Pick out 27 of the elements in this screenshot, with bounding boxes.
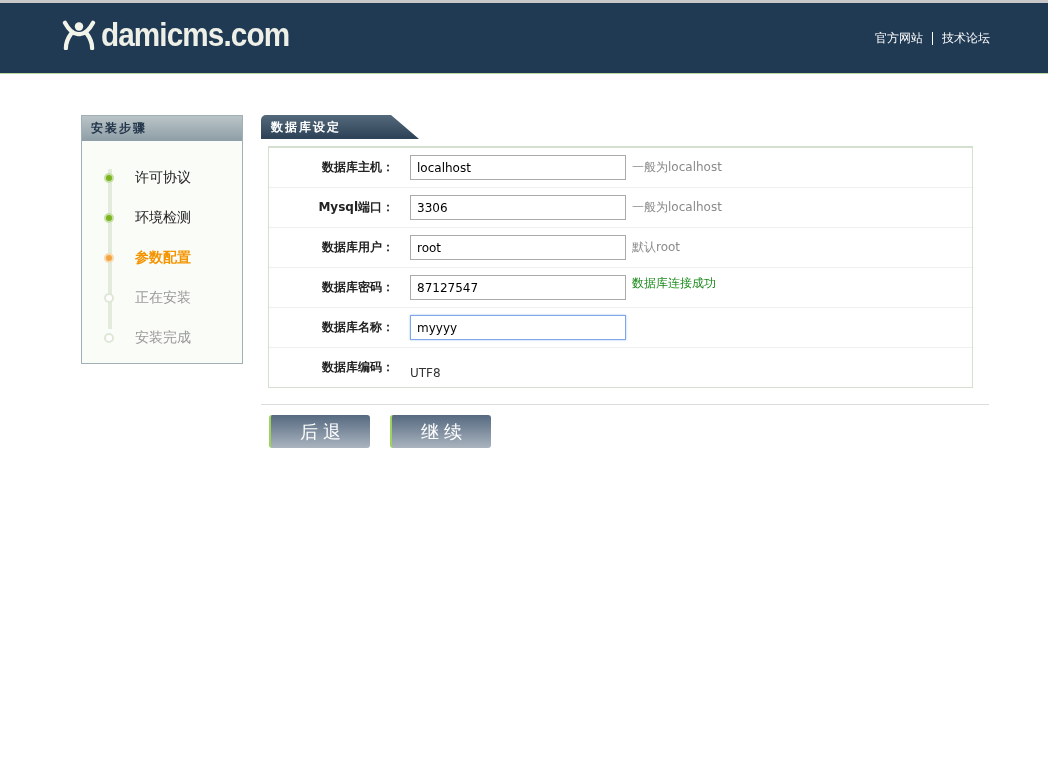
panel-title: 安装步骤: [82, 116, 242, 141]
field-label: Mysql端口：: [317, 199, 394, 216]
logo-text: damicms.com: [101, 16, 290, 54]
step-label: 环境检测: [135, 209, 191, 227]
input-field[interactable]: localhost: [410, 155, 626, 180]
field-label: 数据库编码：: [321, 359, 394, 376]
field-value: UTF8: [410, 365, 441, 380]
hint-text: 默认root: [632, 239, 681, 256]
input-field[interactable]: 87127547: [410, 275, 626, 300]
step-label: 许可协议: [135, 169, 191, 187]
field-label: 数据库名称：: [321, 319, 394, 336]
hint-text: 一般为localhost: [632, 159, 722, 176]
step-label: 参数配置: [135, 249, 191, 267]
input-field[interactable]: myyyy: [410, 315, 626, 340]
figure-icon: [62, 20, 96, 50]
field-label: 数据库用户：: [321, 239, 394, 256]
input-field[interactable]: root: [410, 235, 626, 260]
step-label: 安装完成: [135, 329, 191, 347]
hint-text: 一般为localhost: [632, 199, 722, 216]
input-field[interactable]: 3306: [410, 195, 626, 220]
field-label: 数据库密码：: [321, 279, 394, 296]
step-label: 正在安装: [135, 289, 191, 307]
status-message: 数据库连接成功: [632, 275, 716, 292]
section-title: 数据库设定: [271, 120, 341, 134]
field-label: 数据库主机：: [321, 159, 394, 176]
header-link[interactable]: 技术论坛: [942, 29, 990, 47]
header-link[interactable]: 官方网站: [875, 29, 923, 47]
